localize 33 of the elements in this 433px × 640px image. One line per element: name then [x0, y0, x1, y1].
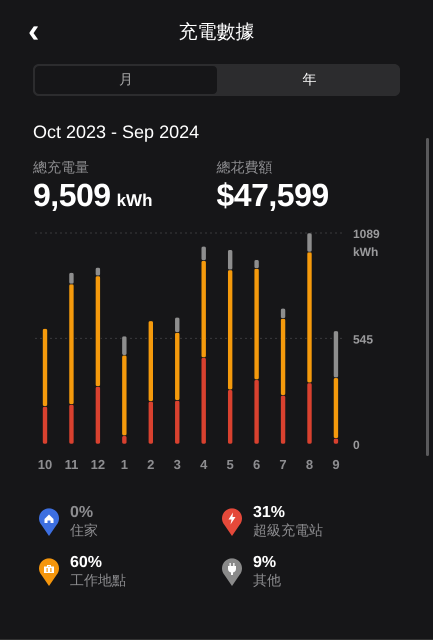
percentage: 60% — [70, 554, 104, 572]
back-button[interactable]: ‹ — [28, 14, 40, 48]
x-axis-label: 6 — [252, 457, 260, 472]
x-axis-label: 10 — [38, 457, 52, 472]
y-axis-label: 0 — [353, 438, 360, 452]
y-axis-label: 1089 — [353, 227, 380, 241]
x-axis-label: 9 — [332, 457, 340, 472]
x-axis-label: 1 — [120, 457, 128, 472]
x-axis-label: 8 — [306, 457, 314, 472]
x-axis-label: 12 — [90, 457, 106, 472]
percentage: 31% — [253, 504, 286, 522]
period-tab[interactable]: 月 — [33, 64, 218, 96]
stat-unit: kWh — [116, 191, 152, 211]
stat-value: $47,599 — [216, 177, 329, 214]
stat-value: 9,509 — [33, 177, 111, 214]
x-axis-label: 2 — [147, 457, 154, 472]
legend-label: 超級充電站 — [253, 522, 323, 540]
legend-label: 住家 — [70, 522, 98, 540]
y-axis-label: 545 — [353, 332, 374, 346]
x-axis-label: 11 — [64, 457, 78, 472]
x-axis-label: 4 — [200, 457, 208, 472]
percentage: 9% — [253, 554, 278, 572]
legend-label: 其他 — [253, 572, 281, 590]
stat-label: 總花費額 — [216, 159, 274, 177]
stat-label: 總充電量 — [33, 159, 90, 177]
x-axis-label: 5 — [226, 457, 234, 472]
x-axis-label: 7 — [279, 457, 287, 472]
date-range: Oct 2023 - Sep 2024 — [33, 122, 200, 143]
x-axis-label: 3 — [174, 457, 181, 472]
legend-label: 工作地點 — [70, 572, 126, 590]
percentage: 0% — [70, 504, 94, 522]
page-title: 充電數據 — [178, 20, 254, 45]
y-axis-unit: kWh — [353, 245, 378, 259]
